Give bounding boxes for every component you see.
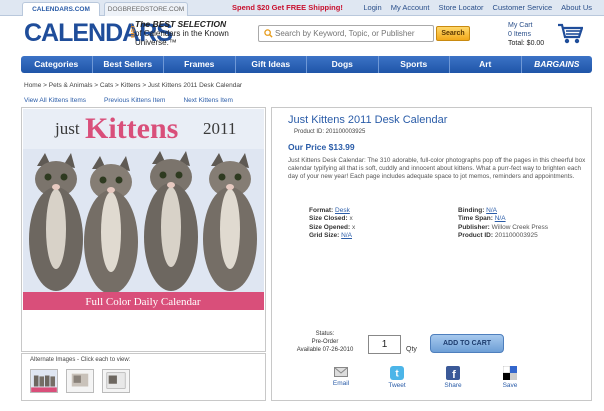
tab-dogbreedstore[interactable]: DOGBREEDSTORE.COM	[104, 2, 188, 16]
cover-year-text: 2011	[203, 119, 236, 138]
site-logo[interactable]: CALENDARS .com	[24, 18, 173, 52]
cart-total: Total: $0.00	[508, 40, 545, 47]
my-account-link[interactable]: My Account	[391, 3, 430, 12]
next-item-link[interactable]: Next Kittens Item	[183, 97, 233, 104]
email-icon	[334, 367, 348, 377]
customer-service-link[interactable]: Customer Service	[493, 3, 553, 12]
alternate-thumb-1[interactable]	[30, 369, 58, 393]
product-title: Just Kittens 2011 Desk Calendar	[288, 114, 448, 126]
my-cart-link[interactable]: My Cart	[508, 21, 544, 30]
spec-publisher: Publisher: Willow Creek Press	[458, 223, 548, 231]
spec-size-closed: Size Closed: x	[309, 215, 353, 223]
spec-grid-size: Grid Size: N/A	[309, 231, 352, 239]
spec-size-opened: Size Opened: x	[309, 223, 356, 231]
top-links: Login My Account Store Locator Customer …	[363, 3, 592, 12]
svg-text:f: f	[452, 369, 456, 380]
nav-dogs[interactable]: Dogs	[307, 56, 379, 73]
tagline: The BEST SELECTION of Calendars in the K…	[135, 19, 245, 48]
search-input[interactable]	[275, 26, 431, 41]
product-cover-image[interactable]: just Kittens 2011 Full Color Daily Calen…	[23, 109, 264, 310]
tagline-bold: The BEST SELECTION	[135, 19, 227, 29]
free-shipping-promo[interactable]: Spend $20 Get FREE Shipping!	[232, 3, 343, 12]
product-description: Just Kittens Desk Calendar: The 310 ador…	[288, 157, 586, 181]
status-value: Pre-Order	[311, 339, 339, 345]
qty-label: Qty	[406, 346, 417, 353]
spec-time-span-value[interactable]: N/A	[495, 215, 506, 222]
cart-items-count[interactable]: 0 Items	[508, 30, 544, 39]
spec-product-id: Product ID: 201100003925	[458, 231, 538, 239]
nav-sports[interactable]: Sports	[379, 56, 450, 73]
logo-text: CALENDARS	[24, 19, 173, 47]
spec-format-value[interactable]: Desk	[335, 207, 350, 214]
search-box	[258, 25, 434, 42]
search-icon	[264, 29, 273, 38]
nav-gift-ideas[interactable]: Gift Ideas	[236, 56, 307, 73]
nav-categories[interactable]: Categories	[21, 56, 93, 73]
status-label: Status:	[315, 331, 335, 337]
kitten-2	[84, 156, 138, 294]
spec-binding-value[interactable]: N/A	[486, 207, 497, 214]
main-nav: Categories Best Sellers Frames Gift Idea…	[21, 56, 592, 73]
shopping-cart-icon[interactable]	[557, 23, 583, 45]
search-button[interactable]: Search	[436, 26, 470, 41]
available-date: Available 07-26-2010	[296, 347, 354, 353]
cover-kittens-text: Kittens	[85, 112, 178, 145]
spec-format: Format: Desk	[309, 207, 350, 214]
kitten-1	[29, 153, 83, 291]
kitten-3	[144, 151, 198, 291]
cover-just-text: just	[54, 119, 80, 138]
share-save[interactable]: Save	[490, 366, 530, 389]
share-email[interactable]: Email	[321, 366, 361, 387]
nav-bargains[interactable]: BARGAINS	[522, 56, 593, 73]
nav-best-sellers[interactable]: Best Sellers	[93, 56, 164, 73]
add-to-cart-button[interactable]: ADD TO CART	[430, 334, 504, 353]
view-all-kittens-link[interactable]: View All Kittens Items	[24, 97, 86, 104]
twitter-icon: t	[390, 366, 404, 380]
specs-right: Binding: N/A Time Span: N/A Publisher: W…	[458, 207, 548, 240]
product-nav: View All Kittens Items Previous Kittens …	[24, 97, 233, 104]
alternate-thumb-3[interactable]	[102, 369, 130, 393]
specs-left: Format: Desk Size Closed: x Size Opened:…	[309, 207, 355, 240]
share-tweet[interactable]: t Tweet	[377, 366, 417, 389]
product-price: Our Price $13.99	[288, 142, 355, 152]
spec-time-span: Time Span: N/A	[458, 215, 506, 223]
breadcrumb[interactable]: Home > Pets & Animals > Cats > Kittens >…	[24, 82, 242, 89]
share-facebook[interactable]: f Share	[433, 366, 473, 389]
store-locator-link[interactable]: Store Locator	[439, 3, 484, 12]
cover-banner-text: Full Color Daily Calendar	[85, 296, 201, 308]
alternate-thumb-2[interactable]	[66, 369, 94, 393]
quantity-input[interactable]: 1	[368, 335, 401, 354]
nav-art[interactable]: Art	[450, 56, 522, 73]
about-us-link[interactable]: About Us	[561, 3, 592, 12]
spec-grid-size-value[interactable]: N/A	[341, 232, 352, 239]
delicious-icon	[503, 366, 517, 380]
spec-binding: Binding: N/A	[458, 207, 498, 214]
availability-status: Status: Pre-Order Available 07-26-2010	[285, 330, 365, 354]
alternate-images: Alternate Images - Click each to view:	[21, 353, 266, 401]
mini-cart[interactable]: My Cart 0 Items Total: $0.00	[508, 21, 544, 48]
alternate-images-label: Alternate Images - Click each to view:	[30, 357, 131, 363]
login-link[interactable]: Login	[363, 3, 381, 12]
tab-calendars[interactable]: CALENDARS.COM	[22, 2, 100, 16]
nav-frames[interactable]: Frames	[164, 56, 236, 73]
facebook-icon: f	[446, 366, 460, 380]
tagline-rest: of Calendars in the Known Universe.™	[135, 29, 229, 47]
kitten-4	[203, 153, 257, 291]
previous-item-link[interactable]: Previous Kittens Item	[104, 97, 165, 104]
product-id-line: Product ID: 201100003925	[294, 129, 366, 135]
